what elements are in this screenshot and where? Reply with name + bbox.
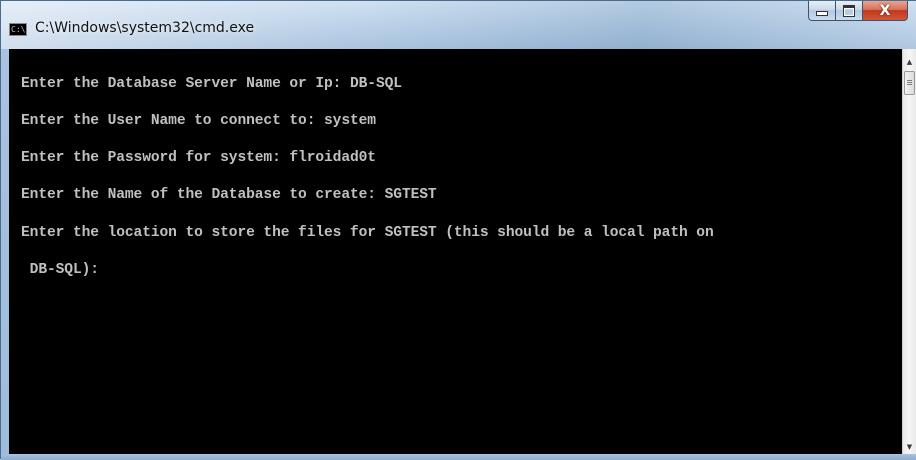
title-bar[interactable]: C:\. C:\Windows\system32\cmd.exe X bbox=[1, 1, 916, 49]
minimize-icon bbox=[816, 11, 828, 16]
console-line: Enter the Password for system: flroidad0… bbox=[21, 150, 376, 167]
window-bottom-border bbox=[1, 454, 916, 460]
grip-icon bbox=[907, 80, 912, 86]
cmd-app-icon[interactable]: C:\. bbox=[9, 23, 27, 36]
scroll-down-arrow-icon[interactable]: ▼ bbox=[903, 440, 916, 454]
scroll-up-arrow-icon[interactable]: ▲ bbox=[903, 55, 916, 69]
console-text: Enter the Database Server Name or Ip: DB… bbox=[9, 49, 902, 301]
cmd-window: C:\. C:\Windows\system32\cmd.exe X Enter… bbox=[0, 0, 916, 460]
window-title: C:\Windows\system32\cmd.exe bbox=[35, 20, 255, 36]
console-line: Enter the User Name to connect to: syste… bbox=[21, 113, 376, 130]
maximize-icon bbox=[843, 4, 855, 17]
maximize-button[interactable] bbox=[835, 1, 862, 21]
vertical-scrollbar[interactable]: ▲ ▼ bbox=[902, 49, 916, 454]
close-button[interactable]: X bbox=[862, 1, 908, 21]
caption-buttons: X bbox=[808, 1, 908, 22]
close-icon: X bbox=[879, 2, 891, 19]
scroll-thumb[interactable] bbox=[904, 71, 915, 95]
console-output[interactable]: Enter the Database Server Name or Ip: DB… bbox=[9, 49, 902, 454]
console-line: Enter the location to store the files fo… bbox=[21, 224, 714, 241]
console-line: Enter the Name of the Database to create… bbox=[21, 187, 437, 204]
minimize-button[interactable] bbox=[808, 1, 835, 21]
console-line: Enter the Database Server Name or Ip: DB… bbox=[21, 75, 402, 92]
console-line: DB-SQL): bbox=[21, 261, 99, 278]
